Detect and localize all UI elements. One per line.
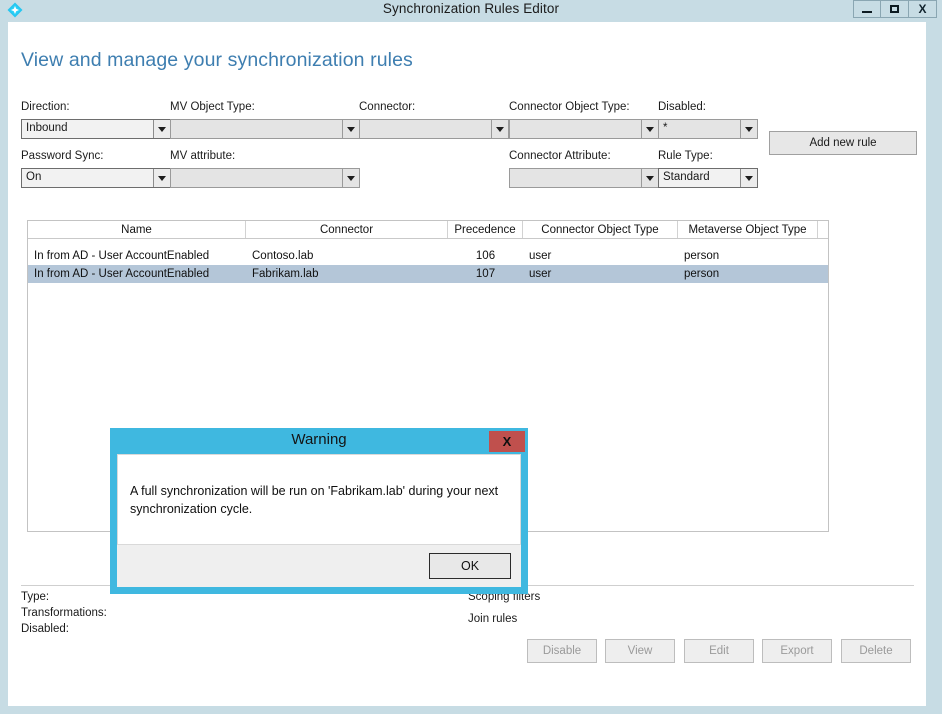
cell-name: In from AD - User AccountEnabled	[34, 268, 210, 280]
label-password-sync: Password Sync:	[21, 150, 104, 162]
edit-button[interactable]: Edit	[684, 639, 754, 663]
mv-attribute-dropdown[interactable]	[170, 168, 360, 188]
maximize-button[interactable]	[881, 0, 909, 18]
password-sync-value: On	[26, 171, 42, 184]
export-button[interactable]: Export	[762, 639, 832, 663]
close-button[interactable]: X	[909, 0, 937, 18]
application-window: Synchronization Rules Editor X View and …	[0, 0, 942, 714]
cell-connector-object-type: user	[529, 250, 552, 262]
column-header-connector[interactable]: Connector	[246, 221, 448, 238]
label-connector-object-type: Connector Object Type:	[509, 101, 630, 113]
warning-dialog-titlebar: Warning X	[110, 428, 528, 454]
cell-connector-object-type: user	[529, 268, 552, 280]
disabled-dropdown[interactable]: *	[658, 119, 758, 139]
window-frame: Synchronization Rules Editor X View and …	[0, 0, 942, 714]
view-button[interactable]: View	[605, 639, 675, 663]
column-header-precedence[interactable]: Precedence	[448, 221, 523, 238]
column-header-connector-object-type[interactable]: Connector Object Type	[523, 221, 678, 238]
direction-value: Inbound	[26, 122, 68, 135]
chevron-down-icon[interactable]	[342, 169, 359, 187]
mv-attribute-value	[171, 169, 342, 187]
minimize-button[interactable]	[853, 0, 881, 18]
detail-type-label: Type:	[21, 591, 50, 603]
connector-object-type-value	[510, 120, 641, 138]
column-header-spacer	[818, 221, 828, 238]
cell-precedence: 107	[475, 268, 496, 280]
cell-metaverse-object-type: person	[684, 268, 720, 280]
warning-dialog-body: A full synchronization will be run on 'F…	[117, 454, 521, 545]
mv-object-type-value	[171, 120, 342, 138]
rule-type-value: Standard	[663, 171, 710, 184]
cell-connector: Contoso.lab	[252, 250, 314, 262]
connector-dropdown[interactable]	[359, 119, 509, 139]
grid-header-row: Name Connector Precedence Connector Obje…	[28, 221, 828, 239]
detail-disabled-label: Disabled:	[21, 623, 69, 635]
window-controls: X	[853, 0, 937, 18]
disabled-value: *	[663, 122, 668, 135]
chevron-down-icon[interactable]	[153, 120, 170, 138]
window-title: Synchronization Rules Editor	[382, 1, 560, 16]
label-connector: Connector:	[359, 101, 416, 113]
label-direction: Direction:	[21, 101, 70, 113]
client-area: View and manage your synchronization rul…	[8, 22, 926, 706]
table-row[interactable]: In from AD - User AccountEnabled Contoso…	[28, 247, 828, 265]
column-header-metaverse-object-type[interactable]: Metaverse Object Type	[678, 221, 818, 238]
chevron-down-icon[interactable]	[641, 169, 658, 187]
add-new-rule-button[interactable]: Add new rule	[769, 131, 917, 155]
chevron-down-icon[interactable]	[740, 120, 757, 138]
warning-dialog-close-icon[interactable]: X	[489, 431, 525, 452]
password-sync-dropdown[interactable]: On	[21, 168, 171, 188]
warning-dialog-footer: OK	[117, 545, 521, 587]
cell-precedence: 106	[475, 250, 496, 262]
warning-dialog-message: A full synchronization will be run on 'F…	[130, 484, 499, 516]
chevron-down-icon[interactable]	[342, 120, 359, 138]
direction-dropdown[interactable]: Inbound	[21, 119, 171, 139]
cell-name: In from AD - User AccountEnabled	[34, 250, 210, 262]
rule-type-dropdown[interactable]: Standard	[658, 168, 758, 188]
chevron-down-icon[interactable]	[641, 120, 658, 138]
table-row[interactable]: In from AD - User AccountEnabled Fabrika…	[28, 265, 828, 283]
cell-metaverse-object-type: person	[684, 250, 720, 262]
disable-button[interactable]: Disable	[527, 639, 597, 663]
mv-object-type-dropdown[interactable]	[170, 119, 360, 139]
label-mv-attribute: MV attribute:	[170, 150, 236, 162]
ok-button[interactable]: OK	[429, 553, 511, 579]
label-connector-attribute: Connector Attribute:	[509, 150, 611, 162]
connector-value	[360, 120, 491, 138]
warning-dialog-title: Warning	[291, 431, 347, 448]
detail-transformations-label: Transformations:	[21, 607, 107, 619]
label-disabled-filter: Disabled:	[658, 101, 706, 113]
chevron-down-icon[interactable]	[740, 169, 757, 187]
title-bar: Synchronization Rules Editor X	[0, 0, 942, 20]
delete-button[interactable]: Delete	[841, 639, 911, 663]
column-header-name[interactable]: Name	[28, 221, 246, 238]
connector-attribute-dropdown[interactable]	[509, 168, 659, 188]
label-rule-type: Rule Type:	[658, 150, 713, 162]
cell-connector: Fabrikam.lab	[252, 268, 319, 280]
chevron-down-icon[interactable]	[491, 120, 508, 138]
connector-attribute-value	[510, 169, 641, 187]
detail-join-rules-label: Join rules	[468, 613, 518, 625]
page-title: View and manage your synchronization rul…	[21, 49, 413, 71]
chevron-down-icon[interactable]	[153, 169, 170, 187]
label-mv-object-type: MV Object Type:	[170, 101, 255, 113]
connector-object-type-dropdown[interactable]	[509, 119, 659, 139]
